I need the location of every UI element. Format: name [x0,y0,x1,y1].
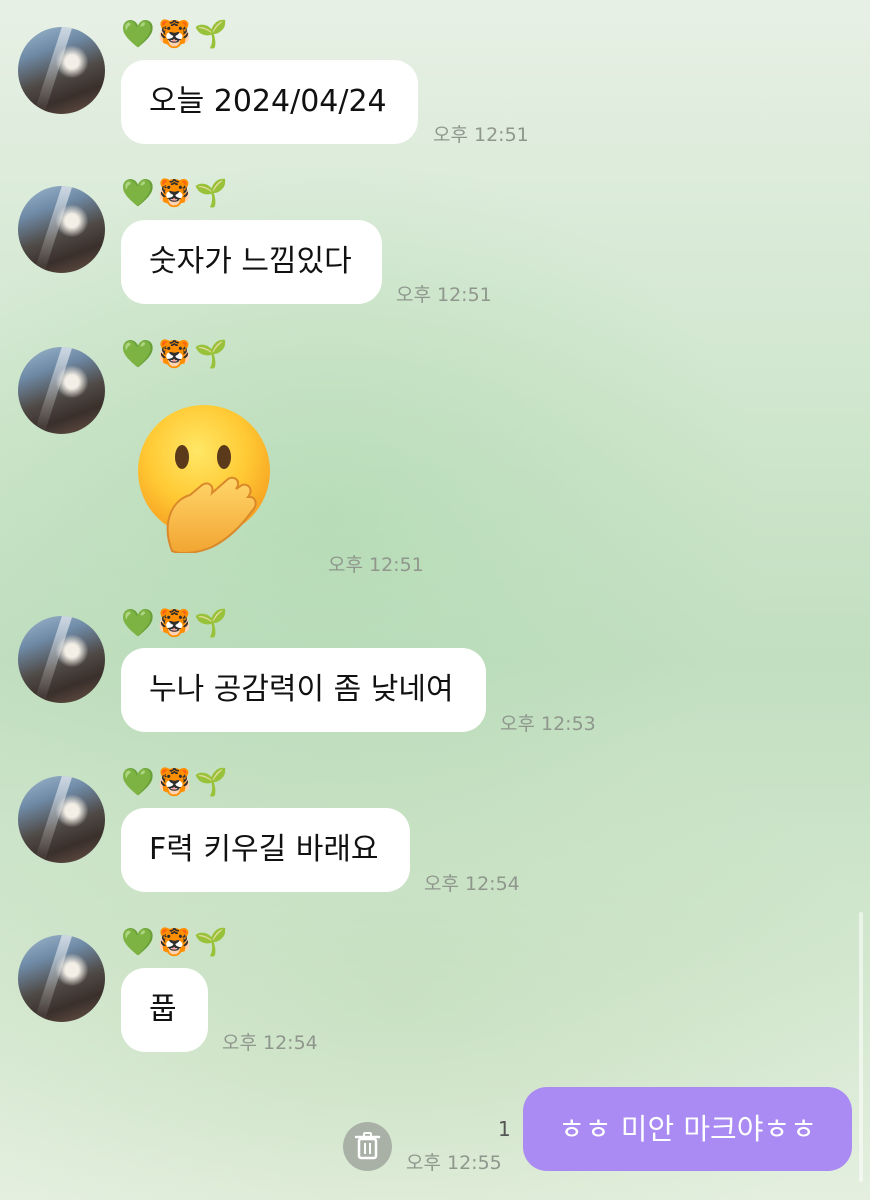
sender-name: 💚🐯🌱 [121,19,231,50]
message-time: 오후 12:55 [406,1152,502,1174]
unread-count: 1 [498,1117,511,1141]
message-bubble[interactable]: 오늘 2024/04/24 [121,60,418,144]
sender-name: 💚🐯🌱 [121,767,231,798]
message-time: 오후 12:51 [433,124,529,146]
sender-avatar[interactable] [18,347,105,434]
sent-message-bubble[interactable]: ㅎㅎ 미안 마크야ㅎㅎ [523,1087,852,1171]
scrollbar[interactable] [859,912,863,1182]
message-bubble[interactable]: 누나 공감력이 좀 낮네여 [121,648,486,732]
message-time: 오후 12:54 [222,1032,318,1054]
message-time: 오후 12:54 [424,873,520,895]
sender-name: 💚🐯🌱 [121,339,231,370]
message-time: 오후 12:51 [396,284,492,306]
sender-avatar[interactable] [18,186,105,273]
sender-avatar[interactable] [18,935,105,1022]
sender-avatar[interactable] [18,27,105,114]
message-time: 오후 12:51 [328,554,424,576]
message-bubble[interactable]: F력 키우길 바래요 [121,808,410,892]
trash-icon [354,1132,381,1160]
sender-avatar[interactable] [18,776,105,863]
sender-avatar[interactable] [18,616,105,703]
delete-button[interactable] [343,1122,392,1171]
message-time: 오후 12:53 [500,713,596,735]
face-with-hand-over-mouth-icon[interactable] [132,405,280,553]
message-bubble[interactable]: 풉 [121,968,208,1052]
sender-name: 💚🐯🌱 [121,608,231,639]
sender-name: 💚🐯🌱 [121,927,231,958]
sender-name: 💚🐯🌱 [121,178,231,209]
message-bubble[interactable]: 숫자가 느낌있다 [121,220,382,304]
